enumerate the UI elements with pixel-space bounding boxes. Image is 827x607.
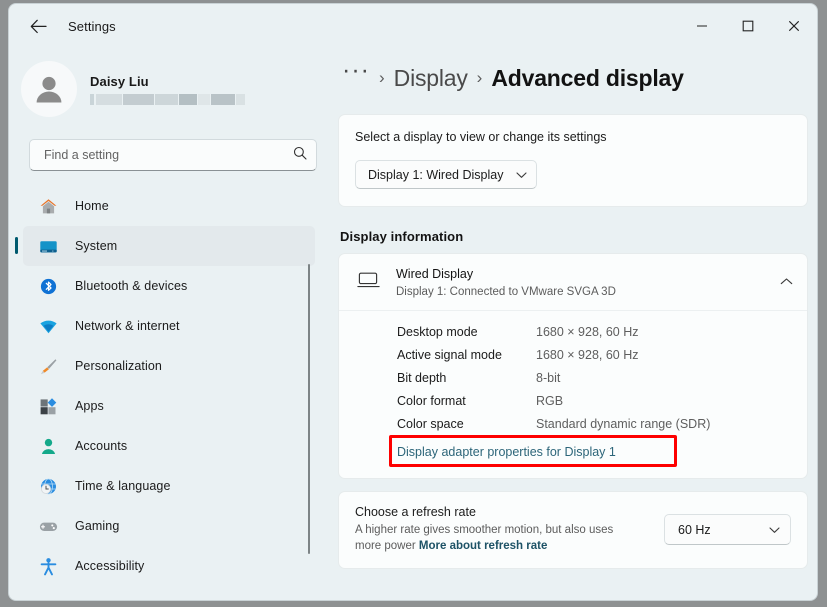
display-device-name: Wired Display (396, 267, 474, 281)
display-adapter-properties-link[interactable]: Display adapter properties for Display 1 (397, 445, 616, 459)
display-information-card: Wired Display Display 1: Connected to VM… (338, 253, 808, 479)
display-select-value: Display 1: Wired Display (368, 167, 504, 182)
display-info-rows: Desktop mode 1680 × 928, 60 Hz Active si… (339, 311, 807, 478)
paintbrush-icon (37, 355, 59, 377)
settings-window: Settings Daisy Liu Find a setting Home S… (8, 3, 818, 601)
avatar (21, 61, 77, 117)
info-key: Bit depth (397, 370, 447, 385)
breadcrumb-overflow-button[interactable]: ··· (342, 57, 370, 83)
chevron-down-icon (769, 521, 780, 539)
person-avatar-icon (36, 76, 62, 103)
info-key: Desktop mode (397, 324, 478, 339)
sidebar-item-home[interactable]: Home (23, 186, 315, 226)
chevron-right-icon: › (476, 68, 483, 87)
maximize-icon (742, 20, 754, 32)
account-name: Daisy Liu (90, 73, 149, 89)
chevron-up-icon[interactable] (780, 273, 793, 291)
sidebar-item-label: Accessibility (75, 559, 145, 573)
selection-indicator (15, 237, 18, 254)
sidebar-item-label: Home (75, 199, 109, 213)
refresh-rate-title: Choose a refresh rate (355, 505, 476, 519)
home-icon (37, 195, 59, 217)
sidebar-item-label: Gaming (75, 519, 120, 533)
more-about-refresh-rate-link[interactable]: More about refresh rate (419, 540, 547, 552)
info-value: 8-bit (536, 370, 561, 385)
adapter-link-row: Display adapter properties for Display 1 (339, 435, 807, 467)
refresh-rate-value: 60 Hz (678, 522, 711, 537)
table-row: Color format RGB (339, 389, 807, 412)
sidebar-item-accessibility[interactable]: Accessibility (23, 546, 315, 586)
back-arrow-icon (30, 19, 47, 34)
refresh-rate-select[interactable]: 60 Hz (664, 514, 791, 545)
display-select[interactable]: Display 1: Wired Display (355, 160, 538, 189)
display-device-header[interactable]: Wired Display Display 1: Connected to VM… (339, 254, 807, 310)
table-row: Active signal mode 1680 × 928, 60 Hz (339, 343, 807, 366)
window-title: Settings (68, 18, 116, 34)
sidebar-item-label: System (75, 239, 118, 253)
info-value: Standard dynamic range (SDR) (536, 416, 711, 431)
close-button[interactable] (771, 4, 817, 48)
refresh-rate-card: Choose a refresh rate A higher rate give… (338, 491, 808, 569)
chevron-right-icon: › (378, 68, 385, 87)
search-icon (293, 146, 307, 165)
accessibility-icon (37, 555, 59, 577)
maximize-button[interactable] (725, 4, 771, 48)
sidebar-nav: Home System Bluetooth & devices Network … (9, 186, 329, 586)
info-value: RGB (536, 393, 564, 408)
minimize-icon (697, 25, 707, 27)
sidebar-item-accounts[interactable]: Accounts (23, 426, 315, 466)
sidebar-item-label: Accounts (75, 439, 128, 453)
monitor-icon (357, 270, 380, 294)
system-monitor-icon (37, 235, 59, 257)
display-picker-card: Select a display to view or change its s… (338, 114, 808, 207)
sidebar-item-gaming[interactable]: Gaming (23, 506, 315, 546)
sidebar-item-label: Time & language (75, 479, 171, 493)
info-key: Active signal mode (397, 347, 502, 362)
sidebar-item-time-language[interactable]: Time & language (23, 466, 315, 506)
sidebar-item-bluetooth-devices[interactable]: Bluetooth & devices (23, 266, 315, 306)
account-email-redacted (90, 93, 245, 105)
display-information-title: Display information (340, 229, 464, 244)
info-value: 1680 × 928, 60 Hz (536, 347, 639, 362)
info-value: 1680 × 928, 60 Hz (536, 324, 639, 339)
sidebar-item-system[interactable]: System (15, 226, 315, 266)
sidebar-item-network-internet[interactable]: Network & internet (23, 306, 315, 346)
sidebar-item-label: Apps (75, 399, 104, 413)
sidebar-item-label: Personalization (75, 359, 162, 373)
table-row: Bit depth 8-bit (339, 366, 807, 389)
breadcrumb-parent-link[interactable]: Display (394, 65, 468, 92)
close-icon (788, 20, 800, 32)
back-button[interactable] (21, 10, 55, 42)
page-title: Advanced display (491, 64, 684, 91)
person-icon (37, 435, 59, 457)
sidebar-item-label: Bluetooth & devices (75, 279, 188, 293)
screenshot-root: Settings Daisy Liu Find a setting Home S… (0, 0, 827, 607)
clock-globe-icon (37, 475, 59, 497)
table-row: Desktop mode 1680 × 928, 60 Hz (339, 320, 807, 343)
gamepad-icon (37, 515, 59, 537)
search-box[interactable] (29, 139, 317, 171)
window-controls (679, 4, 817, 48)
info-key: Color space (397, 416, 464, 431)
minimize-button[interactable] (679, 4, 725, 48)
sidebar-item-personalization[interactable]: Personalization (23, 346, 315, 386)
title-bar: Settings (9, 4, 817, 48)
display-device-subtitle: Display 1: Connected to VMware SVGA 3D (396, 286, 616, 298)
display-picker-label: Select a display to view or change its s… (355, 130, 607, 144)
info-key: Color format (397, 393, 466, 408)
sidebar-item-label: Network & internet (75, 319, 180, 333)
wifi-icon (37, 315, 59, 337)
apps-icon (37, 395, 59, 417)
search-input[interactable] (42, 147, 293, 163)
main-content: ··· › Display › Advanced display Select … (329, 48, 817, 600)
sidebar-scrollbar[interactable] (308, 264, 310, 554)
refresh-rate-description: A higher rate gives smoother motion, but… (355, 522, 625, 554)
chevron-down-icon (516, 166, 528, 184)
sidebar-item-apps[interactable]: Apps (23, 386, 315, 426)
table-row: Color space Standard dynamic range (SDR) (339, 412, 807, 435)
sidebar: Daisy Liu Find a setting Home System Blu… (9, 48, 329, 600)
breadcrumb: ··· › Display › Advanced display (329, 48, 817, 92)
account-block[interactable]: Daisy Liu (9, 48, 329, 117)
bluetooth-icon (37, 275, 59, 297)
